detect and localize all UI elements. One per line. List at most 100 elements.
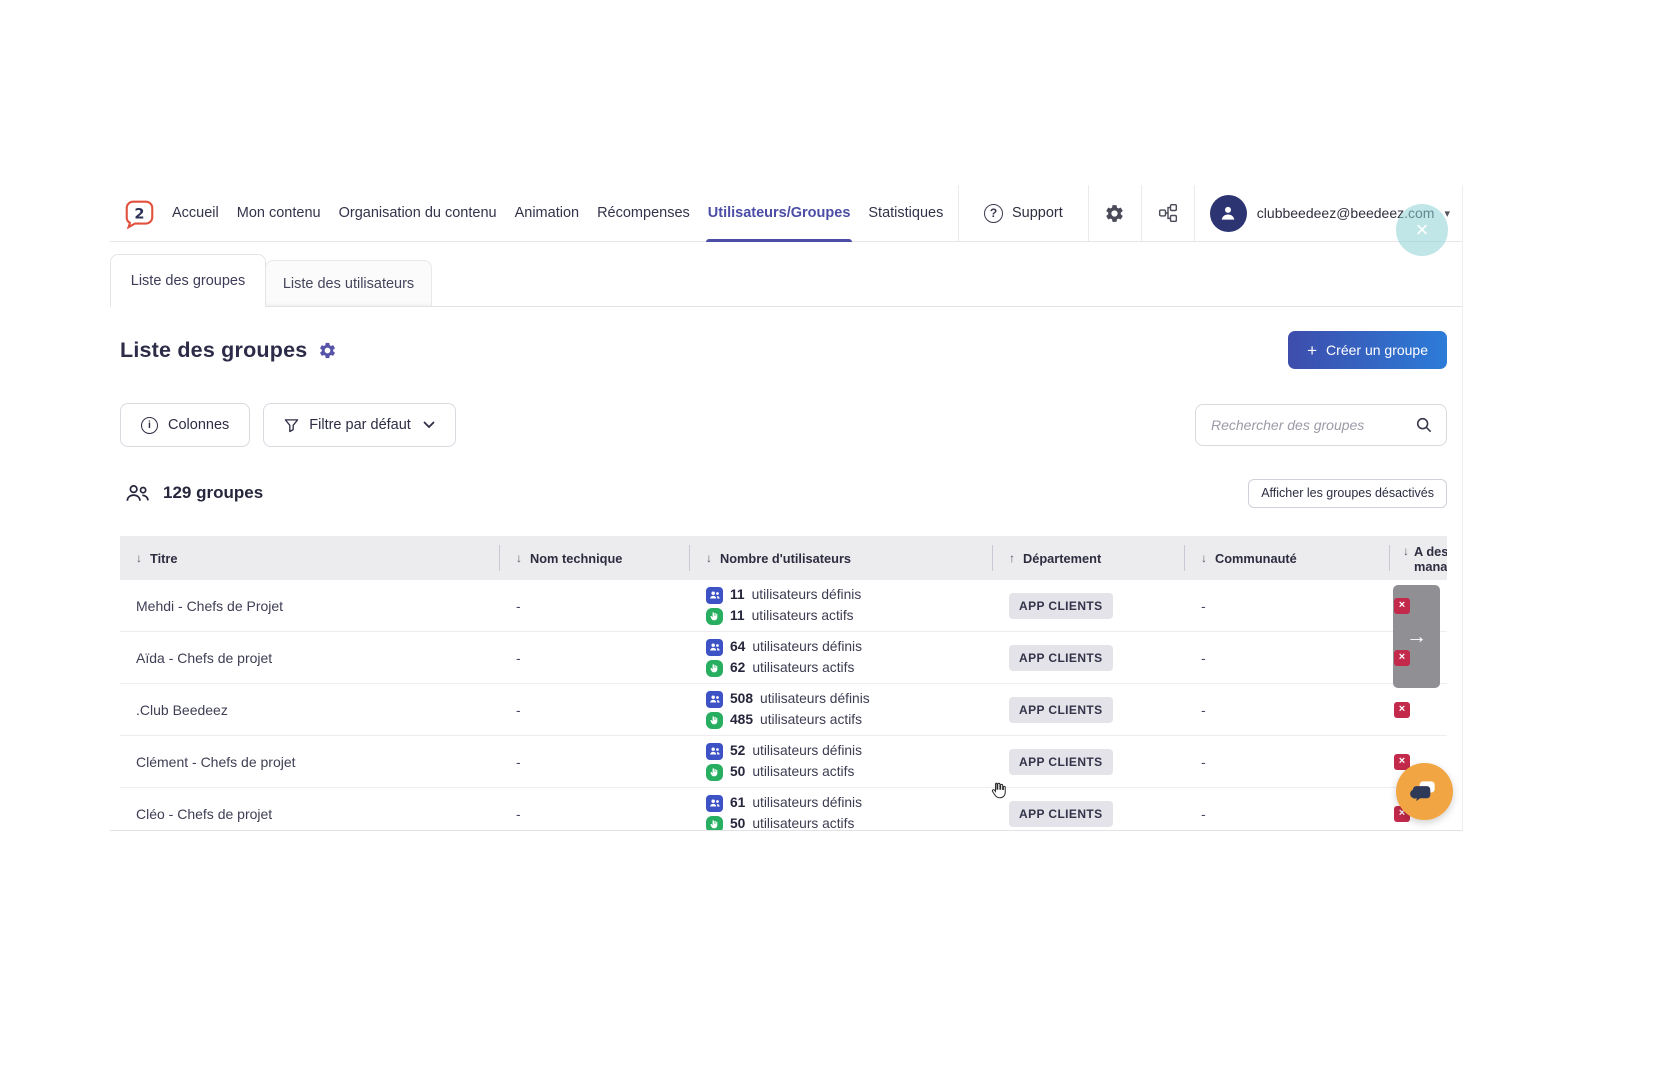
search-icon[interactable] [1415, 416, 1433, 434]
group-tech-name: - [500, 684, 690, 735]
group-tech-name: - [500, 788, 690, 831]
page-title: Liste des groupes [120, 338, 307, 363]
page-settings-gear-icon[interactable] [318, 341, 337, 360]
nav-item-statistiques[interactable]: Statistiques [859, 185, 952, 241]
users-defined-label: utilisateurs définis [752, 588, 862, 602]
users-defined-line: 508 utilisateurs définis [706, 691, 870, 708]
close-button[interactable]: × [1396, 204, 1448, 256]
group-title: Aïda - Chefs de projet [120, 632, 500, 683]
users-defined-count: 11 [730, 588, 745, 602]
users-active-icon [706, 712, 723, 729]
users-active-icon [706, 764, 723, 781]
group-department-cell: APP CLIENTS [993, 580, 1185, 631]
users-active-icon [706, 660, 723, 677]
groups-icon [124, 481, 151, 506]
department-badge: APP CLIENTS [1009, 801, 1113, 827]
settings-gear-button[interactable] [1088, 185, 1141, 241]
users-active-label: utilisateurs actifs [752, 765, 854, 779]
group-community: - [1185, 788, 1390, 831]
nav-item-organisation-du-contenu[interactable]: Organisation du contenu [330, 185, 506, 241]
users-active-count: 50 [730, 765, 745, 779]
table-header: ↓ Titre ↓ Nom technique ↓ Nombre d'utili… [120, 536, 1447, 580]
nav-item-animation[interactable]: Animation [506, 185, 588, 241]
group-community: - [1185, 632, 1390, 683]
app-window: 2 Accueil Mon contenu Organisation du co… [110, 185, 1463, 831]
group-department-cell: APP CLIENTS [993, 632, 1185, 683]
header-label: A des manag [1414, 544, 1447, 575]
count-row: 129 groupes Afficher les groupes désacti… [120, 478, 1447, 508]
no-managers-badge[interactable]: × [1394, 702, 1410, 718]
table-row[interactable]: Mehdi - Chefs de Projet - 11 utilisateur… [120, 580, 1447, 632]
sort-icon: ↓ [1403, 544, 1409, 558]
group-community: - [1185, 684, 1390, 735]
header-label: Nombre d'utilisateurs [720, 551, 851, 566]
tab-liste-des-utilisateurs[interactable]: Liste des utilisateurs [265, 260, 432, 306]
header-nom-technique[interactable]: ↓ Nom technique [500, 536, 690, 580]
tab-liste-des-groupes[interactable]: Liste des groupes [110, 254, 266, 307]
group-title: Mehdi - Chefs de Projet [120, 580, 500, 631]
users-defined-icon [706, 587, 723, 604]
columns-label: Colonnes [168, 417, 229, 433]
users-active-count: 62 [730, 661, 745, 675]
header-nombre-utilisateurs[interactable]: ↓ Nombre d'utilisateurs [690, 536, 993, 580]
table-row[interactable]: .Club Beedeez - 508 utilisateurs définis… [120, 684, 1447, 736]
svg-text:2: 2 [134, 205, 144, 222]
users-active-line: 50 utilisateurs actifs [706, 816, 862, 832]
question-icon: ? [984, 204, 1003, 223]
create-group-button[interactable]: + Créer un groupe [1288, 331, 1447, 369]
avatar [1210, 195, 1247, 232]
plus-icon: + [1307, 342, 1317, 359]
users-defined-line: 64 utilisateurs définis [706, 639, 862, 656]
users-defined-count: 52 [730, 744, 745, 758]
table-row[interactable]: Clément - Chefs de projet - 52 utilisate… [120, 736, 1447, 788]
beedeez-logo-icon[interactable]: 2 [124, 198, 155, 229]
chat-widget-button[interactable] [1396, 763, 1453, 820]
users-defined-icon [706, 743, 723, 760]
users-active-count: 485 [730, 713, 753, 727]
org-chart-button[interactable] [1141, 185, 1194, 241]
support-button[interactable]: ? Support [958, 185, 1088, 241]
group-tech-name: - [500, 632, 690, 683]
nav-item-recompenses[interactable]: Récompenses [588, 185, 699, 241]
group-managers-cell: × [1390, 684, 1447, 735]
no-managers-badge[interactable]: × [1394, 598, 1410, 614]
search-input[interactable] [1209, 416, 1415, 434]
columns-button[interactable]: i Colonnes [120, 403, 250, 447]
header-communaute[interactable]: ↓ Communauté [1185, 536, 1390, 580]
group-title: Cléo - Chefs de projet [120, 788, 500, 831]
chat-bubbles-icon [1410, 777, 1439, 806]
groups-count: 129 groupes [163, 483, 263, 503]
header-label: Nom technique [530, 551, 622, 566]
group-tech-name: - [500, 580, 690, 631]
users-defined-icon [706, 691, 723, 708]
header-a-des-managers[interactable]: ↓ A des manag [1390, 536, 1447, 580]
header-titre[interactable]: ↓ Titre [120, 536, 500, 580]
group-users-cell: 61 utilisateurs définis 50 utilisateurs … [690, 788, 993, 831]
department-badge: APP CLIENTS [1009, 749, 1113, 775]
nav-item-accueil[interactable]: Accueil [163, 185, 228, 241]
sort-icon: ↓ [1201, 551, 1207, 565]
group-title: Clément - Chefs de projet [120, 736, 500, 787]
group-department-cell: APP CLIENTS [993, 788, 1185, 831]
group-department-cell: APP CLIENTS [993, 736, 1185, 787]
department-badge: APP CLIENTS [1009, 697, 1113, 723]
header-departement[interactable]: ↑ Département [993, 536, 1185, 580]
nav-item-mon-contenu[interactable]: Mon contenu [228, 185, 330, 241]
show-disabled-groups-button[interactable]: Afficher les groupes désactivés [1248, 479, 1447, 508]
top-navbar: 2 Accueil Mon contenu Organisation du co… [110, 185, 1462, 242]
person-icon [1218, 203, 1238, 223]
header-label: Titre [150, 551, 178, 566]
no-managers-badge[interactable]: × [1394, 650, 1410, 666]
default-filter-button[interactable]: Filtre par défaut [263, 403, 456, 447]
table-row[interactable]: Cléo - Chefs de projet - 61 utilisateurs… [120, 788, 1447, 831]
table-row[interactable]: Aïda - Chefs de projet - 64 utilisateurs… [120, 632, 1447, 684]
sort-icon: ↑ [1009, 551, 1015, 565]
mouse-cursor [988, 779, 1010, 806]
header-label: Département [1023, 551, 1101, 566]
users-active-count: 11 [730, 609, 745, 623]
group-users-cell: 52 utilisateurs définis 50 utilisateurs … [690, 736, 993, 787]
gear-icon [1104, 203, 1125, 224]
group-title: .Club Beedeez [120, 684, 500, 735]
nav-item-utilisateurs-groupes[interactable]: Utilisateurs/Groupes [699, 185, 860, 241]
users-defined-label: utilisateurs définis [752, 796, 862, 810]
